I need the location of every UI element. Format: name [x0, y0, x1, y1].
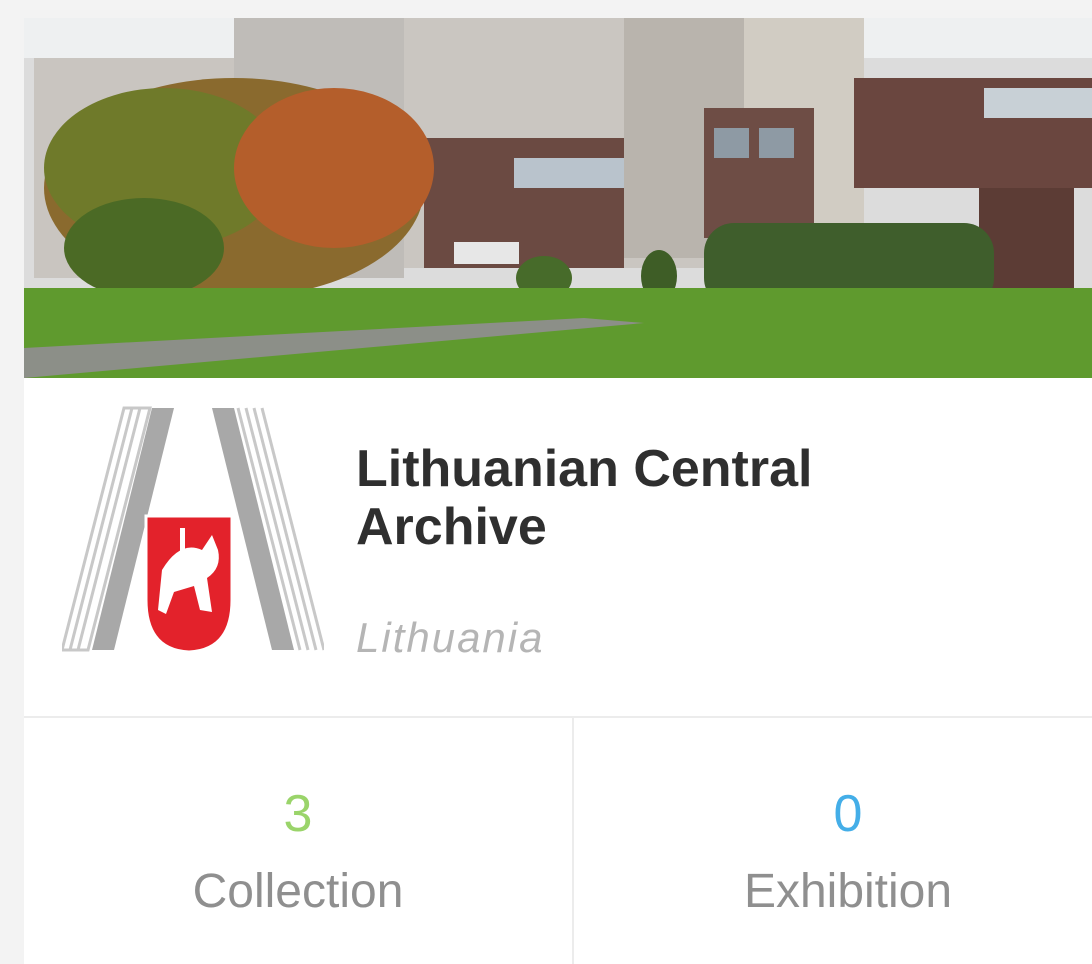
collection-count: 3	[283, 785, 313, 843]
collection-stat[interactable]: 3 Collection	[24, 718, 574, 964]
institution-info: Lithuanian Central Archive Lithuania	[24, 378, 1092, 716]
exhibition-stat[interactable]: 0 Exhibition	[574, 718, 1092, 964]
exhibition-label: Exhibition	[743, 865, 953, 918]
banner-image[interactable]	[24, 18, 1092, 378]
exhibition-count: 0	[833, 785, 863, 843]
institution-country: Lithuania	[356, 614, 545, 661]
archive-card[interactable]: Lithuanian Central Archive Lithuania 3 C…	[24, 18, 1092, 964]
stats-bar: 3 Collection 0 Exhibition	[24, 716, 1092, 964]
archive-logo-icon	[62, 406, 324, 654]
collection-label: Collection	[192, 865, 404, 918]
institution-name[interactable]: Lithuanian Central Archive	[356, 440, 996, 556]
